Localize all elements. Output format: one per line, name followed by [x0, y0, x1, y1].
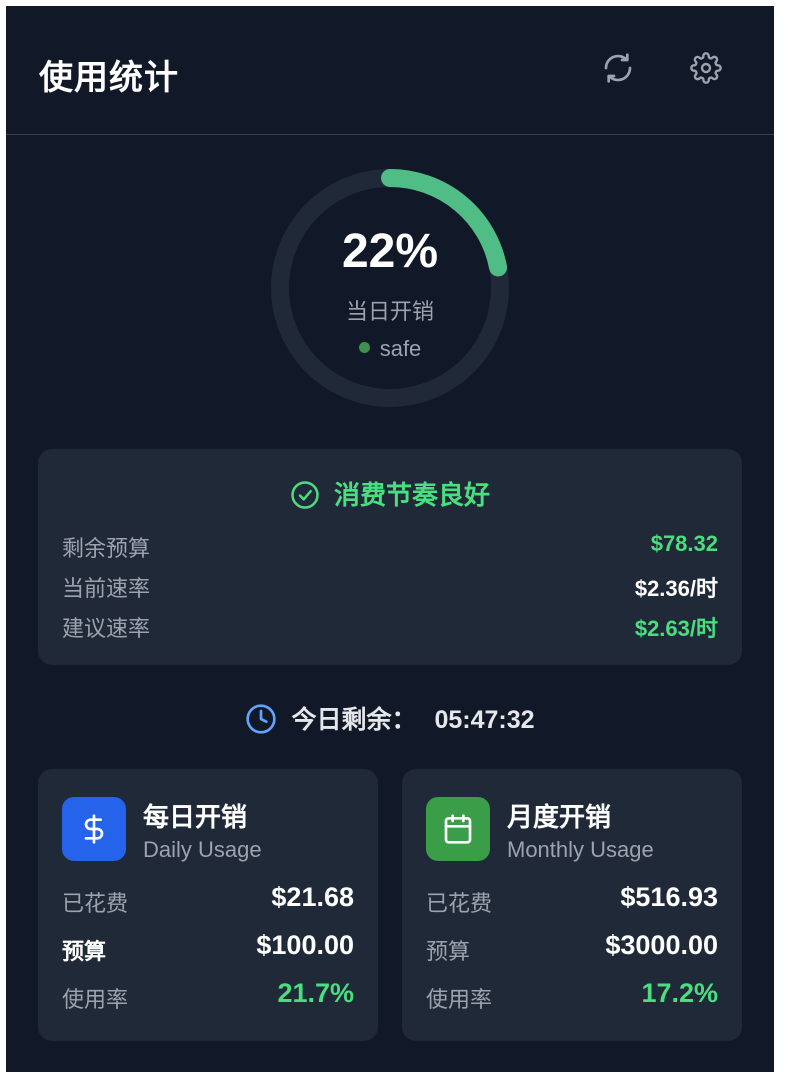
- suggested-rate-row: 建议速率 $2.63/时: [62, 611, 718, 643]
- monthly-usage-card: 月度开销 Monthly Usage 已花费 $516.93 预算 $3000.…: [402, 769, 742, 1041]
- row-value: $2.36/时: [634, 576, 718, 601]
- gear-icon[interactable]: [690, 52, 722, 84]
- row-label: 剩余预算: [62, 536, 151, 561]
- rate-label: 使用率: [62, 987, 129, 1012]
- gauge-status: safe: [270, 336, 510, 362]
- rate-value: 21.7%: [277, 978, 354, 1008]
- gauge-ring: [271, 169, 509, 407]
- countdown-label: 今日剩余：: [291, 706, 417, 734]
- row-value: $2.63/时: [634, 616, 718, 641]
- refresh-icon[interactable]: [602, 52, 634, 84]
- row-label: 当前速率: [62, 576, 151, 601]
- spent-value: $516.93: [620, 882, 718, 912]
- daily-card-title: 每日开销: [143, 802, 248, 832]
- header: 使用统计: [6, 6, 774, 135]
- budget-value: $100.00: [256, 930, 354, 960]
- gauge-label: 当日开销: [345, 299, 434, 324]
- check-circle-icon: [291, 481, 319, 509]
- monthly-card-subtitle: Monthly Usage: [507, 837, 654, 862]
- dollar-icon: [62, 797, 126, 861]
- gauge-status-text: safe: [379, 336, 422, 361]
- spending-status-card: 消费节奏良好 剩余预算 $78.32 当前速率 $2.36/时 建议速率 $2.…: [38, 449, 742, 665]
- status-headline: 消费节奏良好: [38, 475, 742, 512]
- page-title: 使用统计: [39, 59, 179, 97]
- monthly-card-title: 月度开销: [507, 802, 612, 832]
- daily-usage-gauge: 22% 当日开销 safe: [270, 168, 510, 408]
- remaining-budget-row: 剩余预算 $78.32: [62, 531, 718, 563]
- remaining-time: 今日剩余： 05:47:32: [6, 700, 774, 736]
- gauge-percent: 22%: [341, 225, 439, 278]
- daily-budget-row: 预算 $100.00: [62, 930, 354, 964]
- rate-label: 使用率: [426, 987, 493, 1012]
- clock-icon: [246, 704, 277, 734]
- spent-value: $21.68: [271, 882, 354, 912]
- daily-usage-card: 每日开销 Daily Usage 已花费 $21.68 预算 $100.00 使…: [38, 769, 378, 1041]
- daily-card-subtitle: Daily Usage: [143, 837, 262, 862]
- status-dot-icon: [358, 342, 370, 353]
- budget-label: 预算: [426, 939, 471, 964]
- monthly-rate-row: 使用率 17.2%: [426, 978, 718, 1012]
- budget-label: 预算: [62, 939, 107, 964]
- monthly-spent-row: 已花费 $516.93: [426, 882, 718, 916]
- countdown-time: 05:47:32: [434, 706, 535, 734]
- status-headline-text: 消费节奏良好: [333, 480, 490, 510]
- row-label: 建议速率: [62, 616, 151, 641]
- row-value: $78.32: [650, 531, 718, 556]
- monthly-budget-row: 预算 $3000.00: [426, 930, 718, 964]
- usage-stats-panel: 使用统计 22% 当日开销 safe 消费节奏良好 剩余预算 $78.32 当前…: [6, 6, 774, 1072]
- daily-rate-row: 使用率 21.7%: [62, 978, 354, 1012]
- daily-spent-row: 已花费 $21.68: [62, 882, 354, 916]
- budget-value: $3000.00: [605, 930, 718, 960]
- calendar-icon: [426, 797, 490, 861]
- rate-value: 17.2%: [641, 978, 718, 1008]
- current-rate-row: 当前速率 $2.36/时: [62, 571, 718, 603]
- spent-label: 已花费: [62, 891, 129, 916]
- spent-label: 已花费: [426, 891, 493, 916]
